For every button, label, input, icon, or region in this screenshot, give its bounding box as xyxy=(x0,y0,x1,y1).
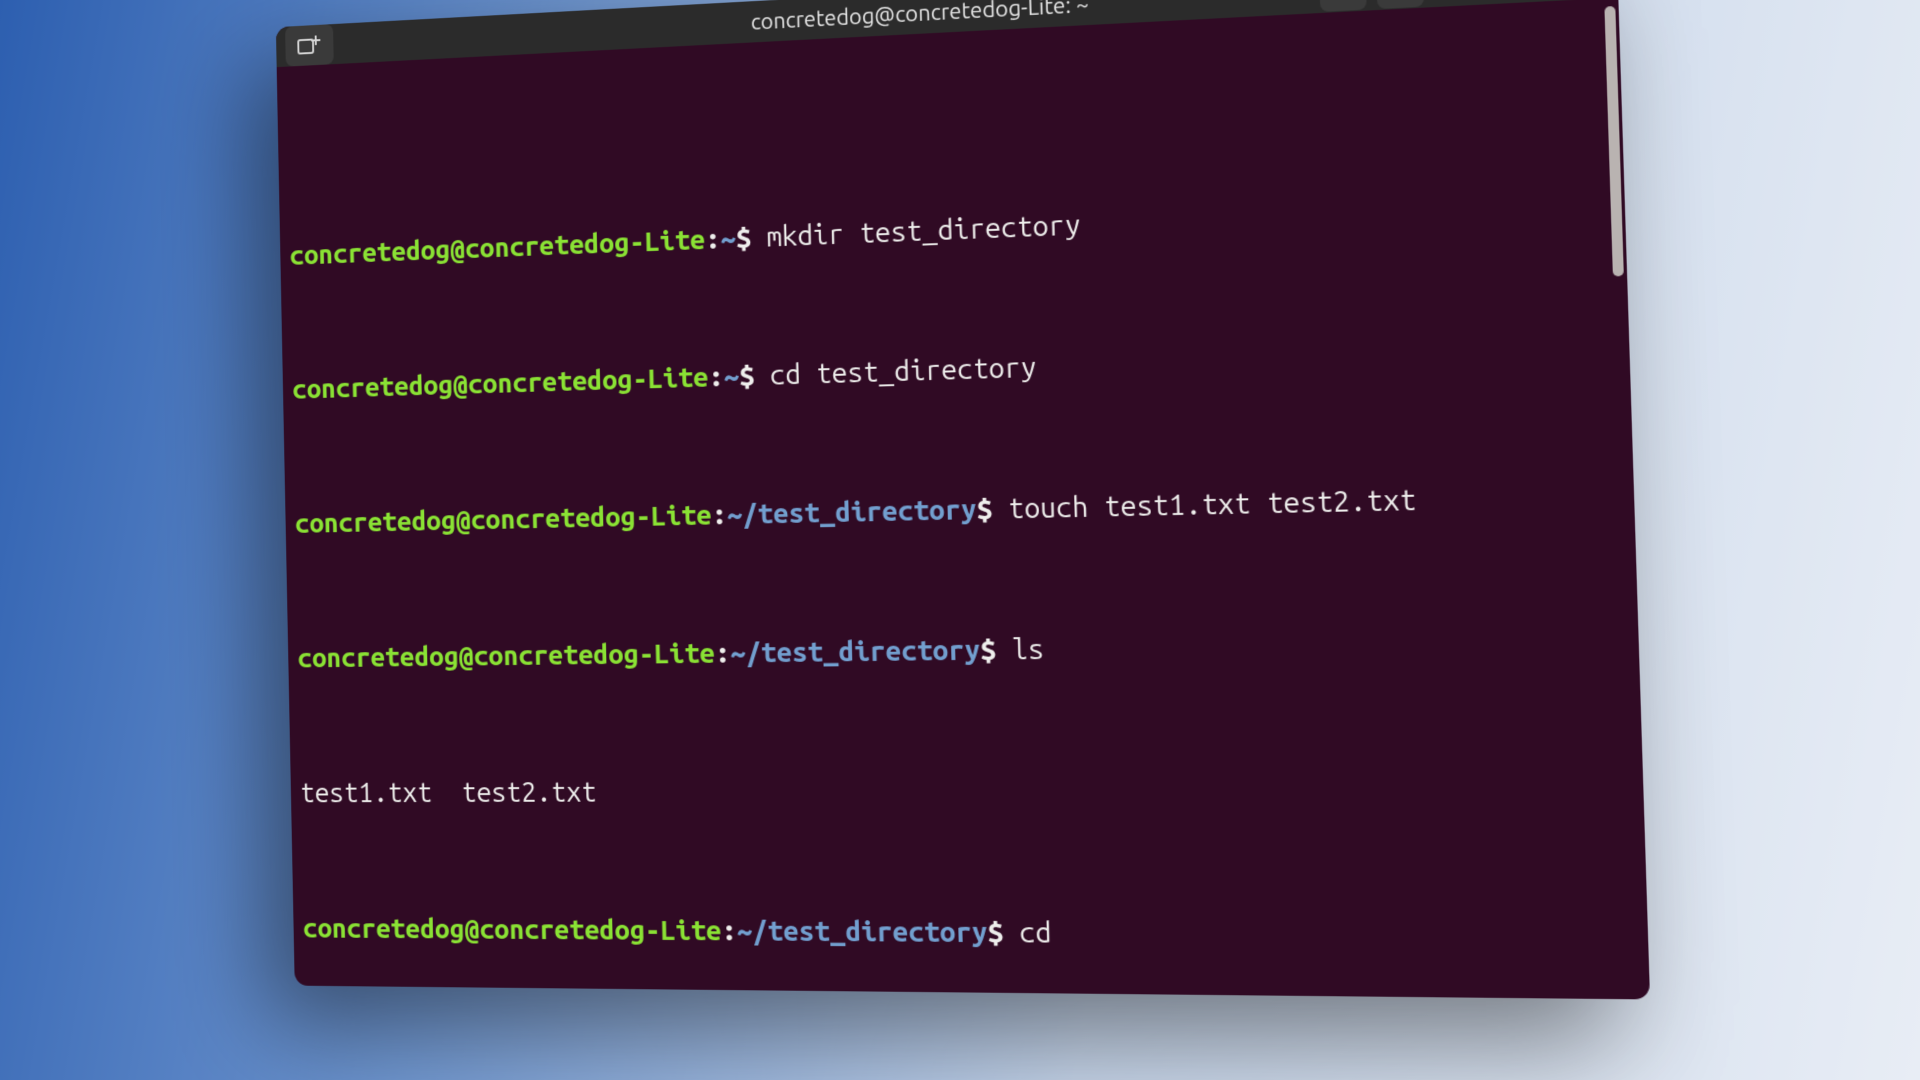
command-text: cd xyxy=(1003,917,1052,949)
prompt-separator: : xyxy=(705,224,721,255)
prompt-user-host: concretedog@concretedog-Lite xyxy=(289,224,705,270)
command-text: ls xyxy=(996,634,1045,666)
terminal-line: concretedog@concretedog-Lite:~/test_dire… xyxy=(297,624,1626,675)
command-text: touch test1.txt test2.txt xyxy=(992,484,1417,524)
terminal-line: concretedog@concretedog-Lite:~/test_dire… xyxy=(295,478,1622,541)
new-tab-button[interactable] xyxy=(285,24,334,67)
prompt-dollar: $ xyxy=(736,223,752,254)
terminal-window: concretedog@concretedog-Lite: ~ xyxy=(276,0,1650,999)
prompt-path: ~/test_directory xyxy=(730,635,981,669)
terminal-line: concretedog@concretedog-Lite:~$ mkdir te… xyxy=(289,186,1612,273)
prompt-dollar: $ xyxy=(739,361,755,392)
new-tab-icon xyxy=(297,34,321,56)
prompt-dollar: $ xyxy=(987,917,1004,948)
prompt-path: ~/test_directory xyxy=(727,494,977,530)
prompt-separator: : xyxy=(711,499,727,530)
prompt-separator: : xyxy=(721,915,737,946)
prompt-user-host: concretedog@concretedog-Lite xyxy=(303,913,722,946)
prompt-user-host: concretedog@concretedog-Lite xyxy=(295,500,713,539)
prompt-dollar: $ xyxy=(980,634,997,665)
terminal-line: concretedog@concretedog-Lite:~/test_dire… xyxy=(303,911,1636,955)
command-text: mkdir test_directory xyxy=(751,209,1081,253)
terminal-line: concretedog@concretedog-Lite:~$ cd test_… xyxy=(292,332,1617,407)
desktop-background: concretedog@concretedog-Lite: ~ xyxy=(0,0,1920,1080)
terminal-viewport[interactable]: concretedog@concretedog-Lite:~$ mkdir te… xyxy=(277,0,1650,999)
prompt-user-host: concretedog@concretedog-Lite xyxy=(292,362,709,405)
prompt-separator: : xyxy=(715,638,731,669)
search-icon xyxy=(1332,0,1354,1)
prompt-path: ~ xyxy=(720,223,736,254)
command-text: cd test_directory xyxy=(754,352,1037,391)
scrollbar-thumb[interactable] xyxy=(1604,6,1623,277)
prompt-dollar: $ xyxy=(976,494,993,525)
prompt-path: ~ xyxy=(723,361,739,392)
prompt-separator: : xyxy=(708,361,724,392)
prompt-path: ~/test_directory xyxy=(737,916,988,949)
terminal-output: test1.txt test2.txt xyxy=(300,771,1631,810)
prompt-user-host: concretedog@concretedog-Lite xyxy=(297,638,715,673)
